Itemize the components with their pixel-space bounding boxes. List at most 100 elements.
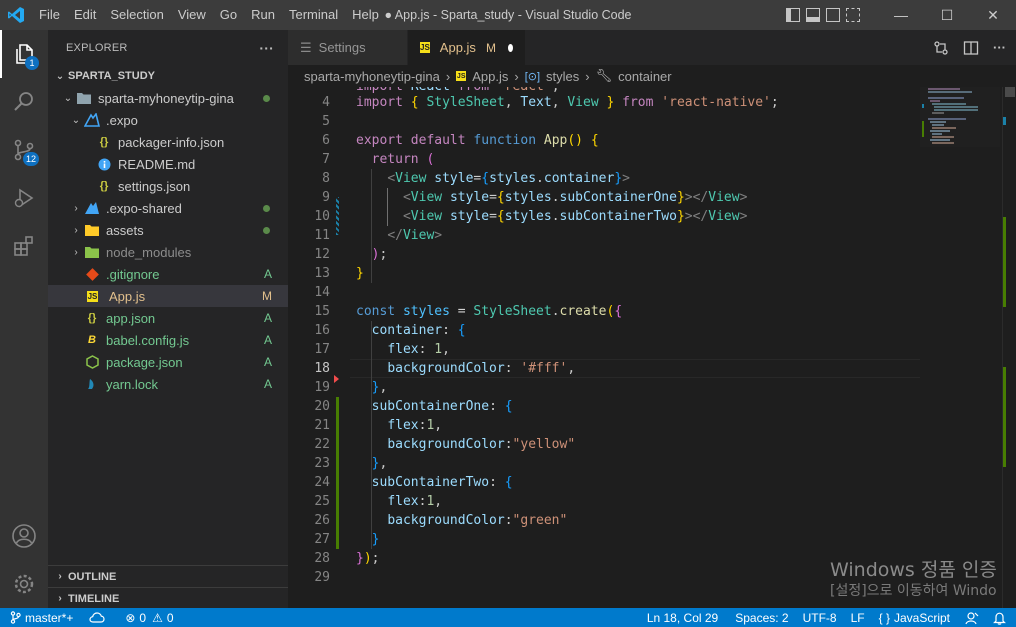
tab-app-js[interactable]: JS App.js M xyxy=(408,30,526,65)
more-actions-icon[interactable]: ··· xyxy=(993,40,1006,55)
tree-file-yarn-lock[interactable]: yarn.lock A xyxy=(48,373,288,395)
tree-file-readme[interactable]: README.md xyxy=(48,153,288,175)
search-icon xyxy=(14,92,33,111)
customize-layout-icon[interactable] xyxy=(846,8,860,22)
encoding-status[interactable]: UTF-8 xyxy=(796,611,844,625)
toggle-secondary-sidebar-icon[interactable] xyxy=(826,8,840,22)
json-file-icon: {} xyxy=(99,136,109,148)
toggle-primary-sidebar-icon[interactable] xyxy=(786,8,800,22)
tree-item-label: sparta-myhoneytip-gina xyxy=(98,90,234,106)
accounts-activity-button[interactable] xyxy=(0,512,48,560)
scroll-thumb[interactable] xyxy=(1005,87,1015,97)
breadcrumb-symbol-styles[interactable]: styles xyxy=(546,69,579,84)
problems-status[interactable]: ⊗ 0 ⚠ 0 xyxy=(119,611,179,625)
breadcrumb-folder[interactable]: sparta-myhoneytip-gina xyxy=(304,69,440,84)
tree-file-babel-config[interactable]: B babel.config.js A xyxy=(48,329,288,351)
tree-item-label: settings.json xyxy=(118,178,191,194)
menu-go[interactable]: Go xyxy=(213,0,244,30)
timeline-section[interactable]: › TIMELINE xyxy=(48,587,288,609)
tree-item-label: app.json xyxy=(106,310,156,326)
search-activity-button[interactable] xyxy=(0,78,48,126)
menu-bar: File Edit Selection View Go Run Terminal… xyxy=(32,0,386,30)
activation-watermark-title: Windows 정품 인증 xyxy=(830,559,997,581)
code-line: 22 backgroundColor:"yellow" xyxy=(314,437,576,452)
tree-item-label: .expo xyxy=(106,112,138,128)
compare-changes-icon[interactable] xyxy=(933,40,949,56)
vertical-scrollbar[interactable] xyxy=(1002,87,1016,608)
run-debug-activity-button[interactable] xyxy=(0,174,48,222)
code-line: 28}); xyxy=(314,551,380,566)
tree-item-label: assets xyxy=(106,222,144,238)
code-line: 10 <View style={styles.subContainerTwo}>… xyxy=(314,209,748,224)
code-line: 20 subContainerOne: { xyxy=(314,399,513,414)
tree-file-packager-info[interactable]: {} packager-info.json xyxy=(48,131,288,153)
editor-tabs: ☰ Settings JS App.js M ··· xyxy=(288,30,1016,65)
tree-folder-expo[interactable]: ⌄ .expo xyxy=(48,109,288,131)
manage-activity-button[interactable] xyxy=(0,560,48,608)
menu-run[interactable]: Run xyxy=(244,0,282,30)
account-icon xyxy=(12,524,36,548)
sync-status[interactable] xyxy=(83,611,111,624)
code-line: 27 } xyxy=(314,532,380,547)
notifications-button[interactable] xyxy=(987,611,1016,625)
outline-title: OUTLINE xyxy=(68,570,117,583)
error-icon: ⊗ xyxy=(125,610,136,625)
outline-section[interactable]: › OUTLINE xyxy=(48,565,288,587)
menu-terminal[interactable]: Terminal xyxy=(282,0,345,30)
status-bar: master*+ ⊗ 0 ⚠ 0 Ln 18, Col 29 Spaces: 2… xyxy=(0,608,1016,627)
menu-help[interactable]: Help xyxy=(345,0,386,30)
feedback-button[interactable] xyxy=(957,611,987,625)
tree-folder-node-modules[interactable]: › node_modules xyxy=(48,241,288,263)
menu-selection[interactable]: Selection xyxy=(103,0,170,30)
eol-status[interactable]: LF xyxy=(844,611,872,625)
vscode-logo-icon xyxy=(0,0,32,30)
tree-folder-expo-shared[interactable]: › .expo-shared xyxy=(48,197,288,219)
modified-dot-icon xyxy=(263,226,270,234)
minimize-button[interactable]: — xyxy=(878,0,924,30)
yarn-file-icon xyxy=(84,376,100,392)
breadcrumb-symbol-container[interactable]: container xyxy=(618,69,671,84)
split-editor-icon[interactable] xyxy=(963,40,979,56)
tab-label: App.js xyxy=(439,40,476,55)
chevron-right-icon: › xyxy=(74,224,78,236)
indentation-status[interactable]: Spaces: 2 xyxy=(728,611,795,625)
menu-view[interactable]: View xyxy=(171,0,213,30)
chevron-right-icon: › xyxy=(585,68,590,84)
tab-settings[interactable]: ☰ Settings xyxy=(288,30,408,65)
tab-modified-status: M xyxy=(485,40,496,55)
cursor-position[interactable]: Ln 18, Col 29 xyxy=(637,611,728,625)
tree-folder-assets[interactable]: › assets xyxy=(48,219,288,241)
braces-icon: { } xyxy=(878,610,890,625)
code-editor[interactable]: import React from 'react'; 4import { Sty… xyxy=(288,87,1016,608)
maximize-button[interactable]: ☐ xyxy=(924,0,970,30)
activity-bar: 1 12 xyxy=(0,30,48,608)
js-file-icon: JS xyxy=(456,71,467,81)
json-file-icon: {} xyxy=(99,180,109,192)
menu-edit[interactable]: Edit xyxy=(67,0,103,30)
chevron-right-icon: › xyxy=(514,68,519,84)
menu-file[interactable]: File xyxy=(32,0,67,30)
gear-icon xyxy=(14,574,34,594)
code-line: 24 subContainerTwo: { xyxy=(314,475,513,490)
git-status-added: A xyxy=(263,267,272,281)
language-mode[interactable]: { } JavaScript xyxy=(872,611,957,625)
workspace-section[interactable]: ⌄ SPARTA_STUDY xyxy=(48,65,288,87)
tree-file-gitignore[interactable]: .gitignore A xyxy=(48,263,288,285)
extensions-activity-button[interactable] xyxy=(0,222,48,270)
breadcrumb-file[interactable]: App.js xyxy=(472,69,508,84)
branch-status[interactable]: master*+ xyxy=(0,611,79,625)
unsaved-dot-icon[interactable] xyxy=(507,43,513,52)
tree-file-app-json[interactable]: {} app.json A xyxy=(48,307,288,329)
tree-file-package-json[interactable]: package.json A xyxy=(48,351,288,373)
json-file-icon: {} xyxy=(87,312,97,324)
close-button[interactable]: ✕ xyxy=(970,0,1016,30)
js-file-icon: JS xyxy=(87,290,98,302)
toggle-panel-icon[interactable] xyxy=(806,8,820,22)
tree-file-settings[interactable]: {} settings.json xyxy=(48,175,288,197)
tree-folder-project[interactable]: ⌄ sparta-myhoneytip-gina xyxy=(48,87,288,109)
branch-label: master*+ xyxy=(25,610,74,625)
explorer-activity-button[interactable]: 1 xyxy=(0,30,48,78)
source-control-activity-button[interactable]: 12 xyxy=(0,126,48,174)
tree-file-app-js[interactable]: JS App.js M xyxy=(48,285,288,307)
more-actions-button[interactable]: ··· xyxy=(259,40,274,56)
